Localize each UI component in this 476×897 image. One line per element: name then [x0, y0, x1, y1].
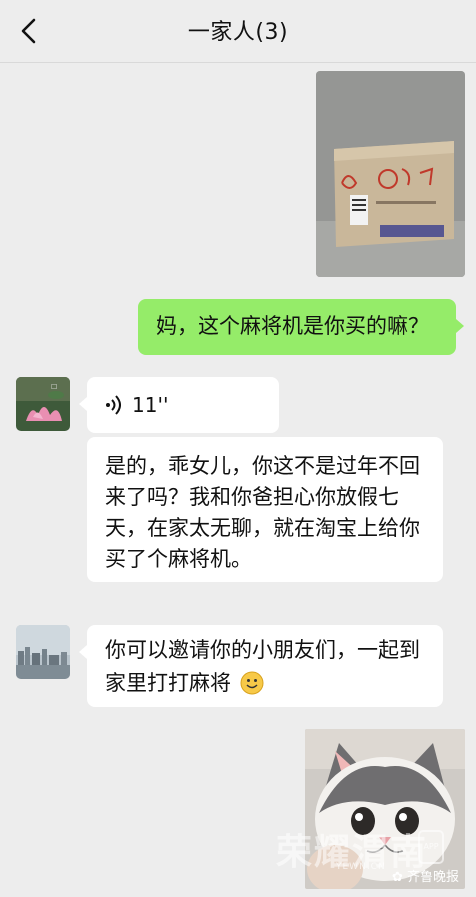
dad-message-bubble[interactable]: 你可以邀请你的小朋友们，一起到家里打打麻将	[79, 625, 443, 707]
bubble-tail	[79, 397, 87, 411]
voice-duration: 11''	[132, 393, 169, 417]
chat-title: 一家人(3)	[187, 20, 289, 45]
source-tag: ✿ 齐鲁晚报	[392, 866, 459, 885]
bubble-tail	[456, 319, 464, 333]
smile-emoji-icon	[240, 671, 264, 695]
lotus-avatar-image: ☐	[16, 377, 70, 431]
voice-message-bubble[interactable]: 11''	[79, 377, 279, 433]
voice-icon	[106, 395, 121, 415]
my-message-bubble[interactable]: 妈，这个麻将机是你买的嘛？	[138, 299, 464, 355]
source-label: 齐鲁晚报	[407, 870, 460, 885]
city-avatar-image	[16, 625, 70, 679]
mom-message-bubble[interactable]: 是的，乖女儿，你这不是过年不回来了吗？我和你爸担心你放假七天，在家太无聊，就在淘…	[87, 437, 443, 582]
avatar-mom[interactable]: ☐	[16, 377, 70, 431]
avatar-dad[interactable]	[16, 625, 70, 679]
watermark-app-badge: APP	[418, 830, 444, 864]
mahjong-box-photo	[316, 71, 465, 277]
watermark-url: YEWN.CN	[336, 862, 386, 872]
mom-message-text: 是的，乖女儿，你这不是过年不回来了吗？我和你爸担心你放假七天，在家太无聊，就在淘…	[105, 454, 420, 571]
sent-photo-mahjong-box[interactable]	[316, 71, 465, 277]
chat-header: 一家人(3)	[0, 0, 476, 63]
bubble-tail	[79, 645, 87, 659]
my-message-text: 妈，这个麻将机是你买的嘛？	[156, 314, 429, 338]
source-icon: ✿	[392, 870, 403, 885]
svg-text:☐: ☐	[51, 383, 57, 391]
